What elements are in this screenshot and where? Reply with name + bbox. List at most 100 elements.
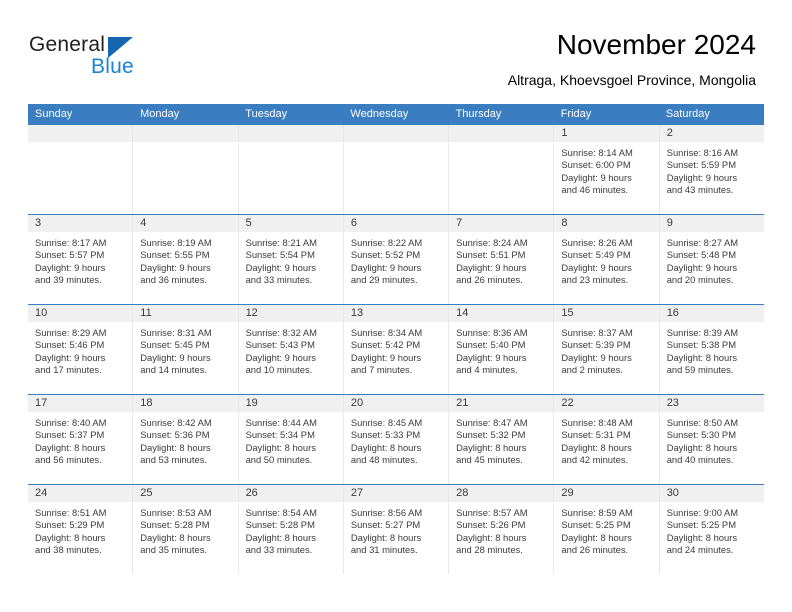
daylight-text-line1: Daylight: 8 hours bbox=[245, 441, 316, 453]
day-number: 6 bbox=[343, 215, 449, 232]
sunset-text: Sunset: 5:59 PM bbox=[666, 159, 736, 171]
daylight-text-line1: Daylight: 8 hours bbox=[561, 531, 632, 543]
day-cell[interactable]: 23 Sunrise: 8:50 AM Sunset: 5:30 PM Dayl… bbox=[658, 395, 764, 484]
daylight-text-line1: Daylight: 9 hours bbox=[350, 351, 422, 363]
sunrise-text: Sunrise: 8:19 AM bbox=[140, 237, 212, 248]
day-details: Sunrise: 8:27 AM Sunset: 5:48 PM Dayligh… bbox=[660, 232, 764, 287]
day-cell[interactable]: 17 Sunrise: 8:40 AM Sunset: 5:37 PM Dayl… bbox=[28, 395, 133, 484]
day-details bbox=[133, 142, 237, 147]
day-number: 8 bbox=[554, 215, 659, 232]
sunset-text: Sunset: 5:27 PM bbox=[350, 519, 421, 531]
day-number: 29 bbox=[554, 485, 659, 502]
sunset-text: Sunset: 5:28 PM bbox=[245, 519, 315, 531]
daylight-text-line1: Daylight: 8 hours bbox=[666, 351, 738, 363]
sunset-text: Sunset: 5:52 PM bbox=[350, 249, 421, 261]
day-details: Sunrise: 8:14 AM Sunset: 6:00 PM Dayligh… bbox=[554, 142, 658, 197]
daylight-text-line2: and 31 minutes. bbox=[350, 544, 418, 556]
day-cell[interactable]: 8 Sunrise: 8:26 AM Sunset: 5:49 PM Dayli… bbox=[553, 215, 659, 304]
day-details bbox=[344, 142, 448, 147]
day-number: 25 bbox=[133, 485, 238, 502]
sunrise-text: Sunrise: 9:00 AM bbox=[666, 507, 739, 518]
day-cell[interactable]: 3 Sunrise: 8:17 AM Sunset: 5:57 PM Dayli… bbox=[28, 215, 133, 304]
day-cell[interactable] bbox=[28, 125, 133, 214]
sunrise-text: Sunrise: 8:32 AM bbox=[245, 327, 317, 338]
day-number bbox=[133, 125, 238, 142]
day-details: Sunrise: 8:32 AM Sunset: 5:43 PM Dayligh… bbox=[239, 322, 343, 377]
daylight-text-line2: and 39 minutes. bbox=[35, 274, 102, 286]
sunrise-text: Sunrise: 8:29 AM bbox=[35, 327, 107, 338]
day-details: Sunrise: 8:37 AM Sunset: 5:39 PM Dayligh… bbox=[554, 322, 658, 377]
day-cell[interactable]: 6 Sunrise: 8:22 AM Sunset: 5:52 PM Dayli… bbox=[342, 215, 449, 304]
day-cell[interactable]: 24 Sunrise: 8:51 AM Sunset: 5:29 PM Dayl… bbox=[28, 485, 133, 574]
day-cell[interactable]: 22 Sunrise: 8:48 AM Sunset: 5:31 PM Dayl… bbox=[553, 395, 659, 484]
day-cell[interactable]: 4 Sunrise: 8:19 AM Sunset: 5:55 PM Dayli… bbox=[132, 215, 238, 304]
sunset-text: Sunset: 5:57 PM bbox=[35, 249, 105, 261]
sunset-text: Sunset: 5:49 PM bbox=[561, 249, 631, 261]
page-title: November 2024 bbox=[556, 29, 756, 60]
day-cell[interactable]: 18 Sunrise: 8:42 AM Sunset: 5:36 PM Dayl… bbox=[132, 395, 238, 484]
day-number: 4 bbox=[133, 215, 238, 232]
day-details: Sunrise: 8:44 AM Sunset: 5:34 PM Dayligh… bbox=[239, 412, 343, 467]
day-cell[interactable]: 28 Sunrise: 8:57 AM Sunset: 5:26 PM Dayl… bbox=[448, 485, 554, 574]
day-number: 3 bbox=[28, 215, 133, 232]
daylight-text-line2: and 29 minutes. bbox=[350, 274, 418, 286]
title-block: November 2024 Altraga, Khoevsgoel Provin… bbox=[508, 28, 756, 89]
day-details: Sunrise: 8:57 AM Sunset: 5:26 PM Dayligh… bbox=[449, 502, 553, 557]
day-cell[interactable]: 5 Sunrise: 8:21 AM Sunset: 5:54 PM Dayli… bbox=[237, 215, 343, 304]
week-row: 24 Sunrise: 8:51 AM Sunset: 5:29 PM Dayl… bbox=[28, 484, 764, 574]
calendar-page: General Blue November 2024 Altraga, Khoe… bbox=[0, 0, 792, 612]
sunrise-text: Sunrise: 8:27 AM bbox=[666, 237, 739, 248]
day-cell[interactable] bbox=[448, 125, 554, 214]
sunrise-text: Sunrise: 8:53 AM bbox=[140, 507, 212, 518]
day-cell[interactable]: 27 Sunrise: 8:56 AM Sunset: 5:27 PM Dayl… bbox=[342, 485, 449, 574]
day-cell[interactable]: 9 Sunrise: 8:27 AM Sunset: 5:48 PM Dayli… bbox=[658, 215, 764, 304]
day-cell[interactable]: 7 Sunrise: 8:24 AM Sunset: 5:51 PM Dayli… bbox=[448, 215, 554, 304]
sunrise-text: Sunrise: 8:17 AM bbox=[35, 237, 107, 248]
daylight-text-line2: and 45 minutes. bbox=[456, 454, 523, 466]
day-cell[interactable]: 16 Sunrise: 8:39 AM Sunset: 5:38 PM Dayl… bbox=[658, 305, 764, 394]
day-cell[interactable]: 26 Sunrise: 8:54 AM Sunset: 5:28 PM Dayl… bbox=[237, 485, 343, 574]
generalblue-logo[interactable]: General Blue bbox=[29, 33, 209, 85]
sunset-text: Sunset: 5:28 PM bbox=[140, 519, 210, 531]
day-cell[interactable] bbox=[342, 125, 449, 214]
day-cell[interactable]: 12 Sunrise: 8:32 AM Sunset: 5:43 PM Dayl… bbox=[237, 305, 343, 394]
daylight-text-line1: Daylight: 8 hours bbox=[140, 531, 211, 543]
calendar-grid: Sunday Monday Tuesday Wednesday Thursday… bbox=[28, 104, 764, 574]
day-cell[interactable]: 13 Sunrise: 8:34 AM Sunset: 5:42 PM Dayl… bbox=[342, 305, 449, 394]
day-cell[interactable] bbox=[237, 125, 343, 214]
day-cell[interactable]: 11 Sunrise: 8:31 AM Sunset: 5:45 PM Dayl… bbox=[132, 305, 238, 394]
day-cell[interactable]: 25 Sunrise: 8:53 AM Sunset: 5:28 PM Dayl… bbox=[132, 485, 238, 574]
day-cell[interactable]: 15 Sunrise: 8:37 AM Sunset: 5:39 PM Dayl… bbox=[553, 305, 659, 394]
day-cell[interactable]: 14 Sunrise: 8:36 AM Sunset: 5:40 PM Dayl… bbox=[448, 305, 554, 394]
daylight-text-line1: Daylight: 8 hours bbox=[666, 441, 738, 453]
daylight-text-line2: and 7 minutes. bbox=[350, 364, 413, 376]
daylight-text-line2: and 20 minutes. bbox=[666, 274, 734, 286]
day-cell[interactable]: 20 Sunrise: 8:45 AM Sunset: 5:33 PM Dayl… bbox=[342, 395, 449, 484]
day-details: Sunrise: 8:59 AM Sunset: 5:25 PM Dayligh… bbox=[554, 502, 658, 557]
day-cell[interactable] bbox=[132, 125, 238, 214]
daylight-text-line2: and 33 minutes. bbox=[245, 274, 313, 286]
day-number: 20 bbox=[343, 395, 449, 412]
sunset-text: Sunset: 5:45 PM bbox=[140, 339, 210, 351]
sunrise-text: Sunrise: 8:45 AM bbox=[350, 417, 423, 428]
daylight-text-line1: Daylight: 9 hours bbox=[350, 261, 422, 273]
daylight-text-line1: Daylight: 8 hours bbox=[666, 531, 738, 543]
weekday-header-row: Sunday Monday Tuesday Wednesday Thursday… bbox=[28, 104, 764, 125]
daylight-text-line1: Daylight: 8 hours bbox=[350, 531, 422, 543]
daylight-text-line1: Daylight: 8 hours bbox=[456, 531, 527, 543]
day-cell[interactable]: 21 Sunrise: 8:47 AM Sunset: 5:32 PM Dayl… bbox=[448, 395, 554, 484]
day-cell[interactable]: 1 Sunrise: 8:14 AM Sunset: 6:00 PM Dayli… bbox=[553, 125, 659, 214]
daylight-text-line1: Daylight: 9 hours bbox=[561, 171, 632, 183]
day-cell[interactable]: 30 Sunrise: 9:00 AM Sunset: 5:25 PM Dayl… bbox=[658, 485, 764, 574]
sunset-text: Sunset: 5:32 PM bbox=[456, 429, 526, 441]
day-number: 23 bbox=[659, 395, 764, 412]
daylight-text-line1: Daylight: 9 hours bbox=[456, 351, 527, 363]
day-cell[interactable]: 19 Sunrise: 8:44 AM Sunset: 5:34 PM Dayl… bbox=[237, 395, 343, 484]
day-cell[interactable]: 10 Sunrise: 8:29 AM Sunset: 5:46 PM Dayl… bbox=[28, 305, 133, 394]
day-cell[interactable]: 2 Sunrise: 8:16 AM Sunset: 5:59 PM Dayli… bbox=[658, 125, 764, 214]
day-cell[interactable]: 29 Sunrise: 8:59 AM Sunset: 5:25 PM Dayl… bbox=[553, 485, 659, 574]
daylight-text-line2: and 14 minutes. bbox=[140, 364, 207, 376]
sunset-text: Sunset: 5:25 PM bbox=[561, 519, 631, 531]
week-row: 3 Sunrise: 8:17 AM Sunset: 5:57 PM Dayli… bbox=[28, 214, 764, 304]
sunrise-text: Sunrise: 8:34 AM bbox=[350, 327, 423, 338]
